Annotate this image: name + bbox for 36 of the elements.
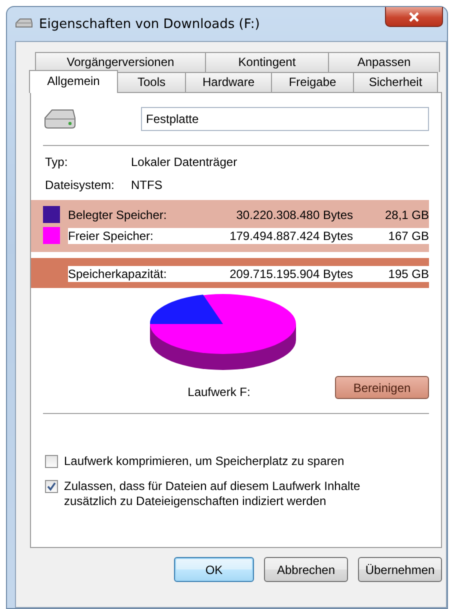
- property-label: Dateisystem:: [45, 178, 116, 192]
- drive-label: Laufwerk F:: [186, 385, 252, 399]
- size-value: 195 GB: [387, 267, 429, 281]
- dialog-button[interactable]: Übernehmen: [358, 557, 442, 582]
- property-value: NTFS: [131, 178, 162, 192]
- checkbox-label: Laufwerk komprimieren, um Speicherplatz zu sparen: [64, 454, 344, 469]
- checkbox[interactable]: [45, 480, 58, 493]
- storage-label: Freier Speicher:: [68, 228, 154, 242]
- tab[interactable]: Vorgängerversionen: [35, 52, 206, 72]
- hard-drive-icon: [43, 108, 77, 130]
- ok-button[interactable]: OK: [174, 557, 254, 582]
- byte-count: 179.494.887.424 Bytes: [228, 228, 353, 242]
- close-button[interactable]: [385, 7, 443, 27]
- size-value: 167 GB: [387, 228, 429, 242]
- tab[interactable]: Tools: [117, 72, 186, 92]
- tab[interactable]: Sicherheit: [353, 72, 438, 92]
- checkbox-label: Zulassen, dass für Dateien auf diesem Laufwerk Inhalte zusätzlich zu Dateieigenschaften indiziert werden: [64, 479, 362, 509]
- drive-icon: [15, 18, 33, 30]
- property-label: Typ:: [45, 155, 69, 169]
- tab[interactable]: Anpassen: [328, 52, 440, 72]
- tab[interactable]: Kontingent: [205, 52, 329, 72]
- size-value: 28,1 GB: [384, 208, 429, 222]
- property-value: Lokaler Datenträger: [131, 155, 238, 169]
- checkbox[interactable]: [45, 455, 58, 468]
- storage-label: Belegter Speicher:: [68, 208, 168, 222]
- cleanup-button[interactable]: Bereinigen: [335, 376, 429, 399]
- tab[interactable]: Freigabe: [271, 72, 354, 92]
- tab[interactable]: Allgemein: [29, 70, 118, 93]
- dialog-button[interactable]: Abbrechen: [264, 557, 348, 582]
- byte-count: 30.220.308.480 Bytes: [235, 208, 353, 222]
- capacity-label: Speicherkapazität:: [68, 267, 168, 281]
- close-icon: [408, 12, 420, 22]
- byte-count: 209.715.195.904 Bytes: [228, 267, 353, 281]
- tab[interactable]: Hardware: [185, 72, 272, 92]
- name-field[interactable]: Festplatte: [141, 107, 429, 131]
- window-title: Eigenschaften von Downloads (F:): [39, 16, 261, 32]
